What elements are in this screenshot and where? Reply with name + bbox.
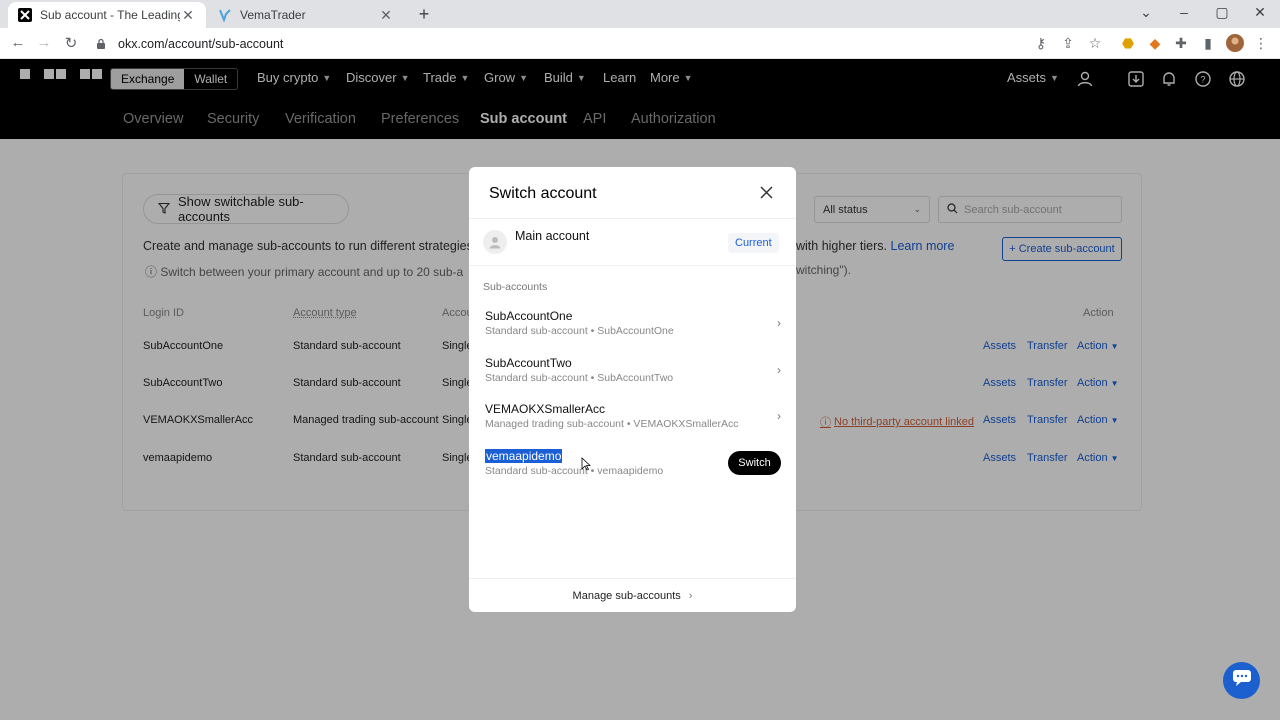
main-account-label: Main account — [515, 229, 590, 243]
close-icon[interactable] — [757, 183, 775, 201]
chevron-right-icon: › — [777, 409, 781, 423]
profile-avatar-icon[interactable] — [1226, 34, 1244, 52]
sub-account-name: SubAccountOne — [485, 309, 573, 323]
sub-account-name: SubAccountTwo — [485, 356, 572, 370]
tab-title: VemaTrader — [240, 8, 306, 22]
chevron-right-icon: › — [777, 363, 781, 377]
chat-icon — [1232, 669, 1252, 692]
url-text: okx.com/account/sub-account — [118, 36, 284, 51]
browser-tab-vematrader[interactable]: VemaTrader ✕ — [208, 2, 404, 28]
back-icon[interactable]: ← — [8, 34, 28, 51]
browser-tab-okx[interactable]: Sub account - The Leading Glob ✕ — [8, 2, 206, 28]
sub-accounts-section-label: Sub-accounts — [483, 281, 548, 293]
switch-account-modal: Switch account Main account Current Sub-… — [469, 167, 796, 612]
current-badge: Current — [728, 233, 779, 253]
sub-account-detail: Standard sub-account • SubAccountTwo — [485, 372, 674, 384]
sub-account-name: vemaapidemo — [485, 449, 563, 463]
sub-account-item[interactable]: SubAccountTwo Standard sub-account • Sub… — [485, 356, 781, 388]
vematrader-favicon-icon — [218, 8, 232, 22]
sub-account-item[interactable]: SubAccountOne Standard sub-account • Sub… — [485, 309, 781, 341]
metamask-icon[interactable]: ◆ — [1146, 34, 1164, 52]
extensions-puzzle-icon[interactable]: ✚ — [1172, 34, 1190, 52]
chevron-right-icon: › — [777, 316, 781, 330]
sub-account-name: VEMAOKXSmallerAcc — [485, 402, 606, 416]
tab-close-icon[interactable]: ✕ — [180, 7, 196, 24]
address-bar[interactable]: okx.com/account/sub-account — [96, 32, 283, 55]
chevron-right-icon: › — [688, 589, 693, 602]
manage-sub-accounts-link[interactable]: Manage sub-accounts › — [469, 578, 796, 612]
divider — [469, 218, 796, 219]
mouse-cursor-icon — [581, 457, 592, 471]
browser-toolbar: ← → ↻ okx.com/account/sub-account ⚷ ⇪ ☆ … — [0, 28, 1280, 59]
chat-support-button[interactable] — [1223, 662, 1260, 699]
browser-menu-icon[interactable]: ⋮ — [1252, 34, 1270, 52]
browser-tab-strip: Sub account - The Leading Glob ✕ VemaTra… — [0, 0, 1280, 28]
okx-favicon-icon — [18, 8, 32, 22]
switch-button[interactable]: Switch — [728, 451, 781, 475]
new-tab-icon[interactable]: + — [414, 4, 434, 25]
divider — [469, 265, 796, 266]
restore-icon[interactable]: ▢ — [1212, 4, 1232, 21]
sub-account-detail: Managed trading sub-account • VEMAOKXSma… — [485, 418, 739, 430]
minimize-icon[interactable]: – — [1174, 4, 1194, 20]
extension-icon[interactable]: ⬣ — [1119, 34, 1137, 52]
avatar — [483, 230, 507, 254]
sub-account-detail: Standard sub-account • SubAccountOne — [485, 325, 674, 337]
bookmark-star-icon[interactable]: ☆ — [1086, 34, 1104, 52]
manage-label: Manage sub-accounts — [572, 589, 681, 602]
main-account-row[interactable]: Main account — [483, 229, 589, 255]
window-close-icon[interactable]: ✕ — [1250, 4, 1270, 21]
share-icon[interactable]: ⇪ — [1059, 34, 1077, 52]
side-panel-icon[interactable]: ▮ — [1199, 34, 1217, 52]
key-icon[interactable]: ⚷ — [1032, 34, 1050, 52]
tab-search-icon[interactable]: ⌄ — [1136, 4, 1156, 21]
forward-icon[interactable]: → — [34, 34, 54, 51]
sub-account-item[interactable]: VEMAOKXSmallerAcc Managed trading sub-ac… — [485, 402, 781, 434]
lock-icon — [96, 38, 110, 50]
reload-icon[interactable]: ↻ — [61, 34, 81, 52]
tab-close-icon[interactable]: ✕ — [378, 7, 394, 24]
tab-title: Sub account - The Leading Glob — [40, 8, 180, 22]
modal-title: Switch account — [489, 185, 597, 202]
